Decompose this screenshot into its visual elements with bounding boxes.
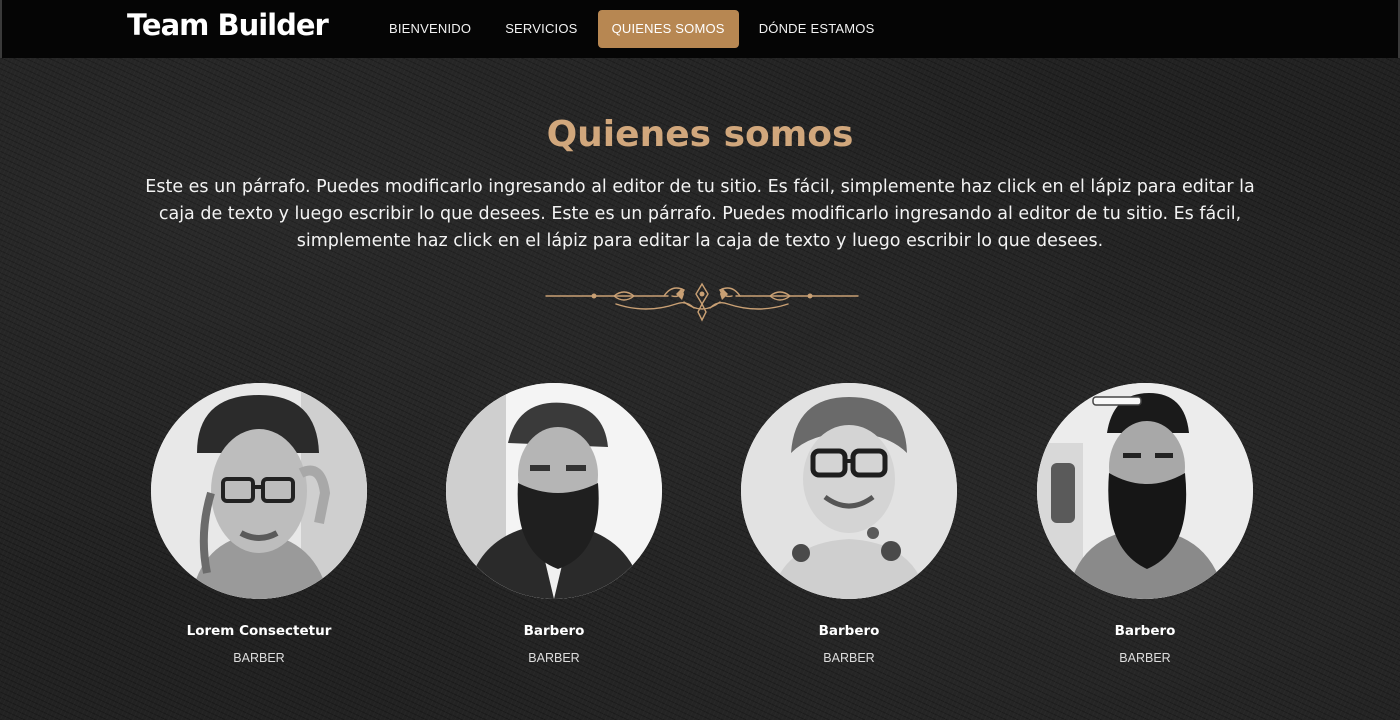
- team-member-card: Barbero BARBER: [741, 383, 957, 665]
- member-name: Lorem Consectetur: [186, 623, 332, 639]
- member-photo: [741, 383, 957, 599]
- nav-item-bienvenido[interactable]: BIENVENIDO: [375, 10, 485, 48]
- team-member-card: Barbero BARBER: [446, 383, 662, 665]
- member-role: BARBER: [233, 651, 285, 665]
- site-logo[interactable]: Team Builder: [127, 8, 329, 42]
- intro-paragraph: Este es un párrafo. Puedes modificarlo i…: [145, 177, 1255, 251]
- section-title: Quienes somos: [546, 114, 854, 155]
- member-role: BARBER: [1119, 651, 1171, 665]
- ornamental-divider-icon: [545, 282, 859, 322]
- member-role: BARBER: [823, 651, 875, 665]
- member-name: Barbero: [818, 623, 880, 639]
- member-role: BARBER: [528, 651, 580, 665]
- top-navbar: Team Builder BIENVENIDO SERVICIOS QUIENE…: [0, 0, 1400, 58]
- nav-item-quienes-somos[interactable]: QUIENES SOMOS: [597, 10, 739, 48]
- member-photo: [1037, 383, 1253, 599]
- member-photo: [446, 383, 662, 599]
- main-nav: BIENVENIDO SERVICIOS QUIENES SOMOS DÓNDE…: [375, 10, 888, 48]
- team-member-card: Lorem Consectetur BARBER: [151, 383, 367, 665]
- member-name: Barbero: [1114, 623, 1176, 639]
- nav-item-donde-estamos[interactable]: DÓNDE ESTAMOS: [745, 10, 889, 48]
- nav-item-servicios[interactable]: SERVICIOS: [491, 10, 591, 48]
- team-member-card: Barbero BARBER: [1037, 383, 1253, 665]
- member-photo: [151, 383, 367, 599]
- member-name: Barbero: [523, 623, 585, 639]
